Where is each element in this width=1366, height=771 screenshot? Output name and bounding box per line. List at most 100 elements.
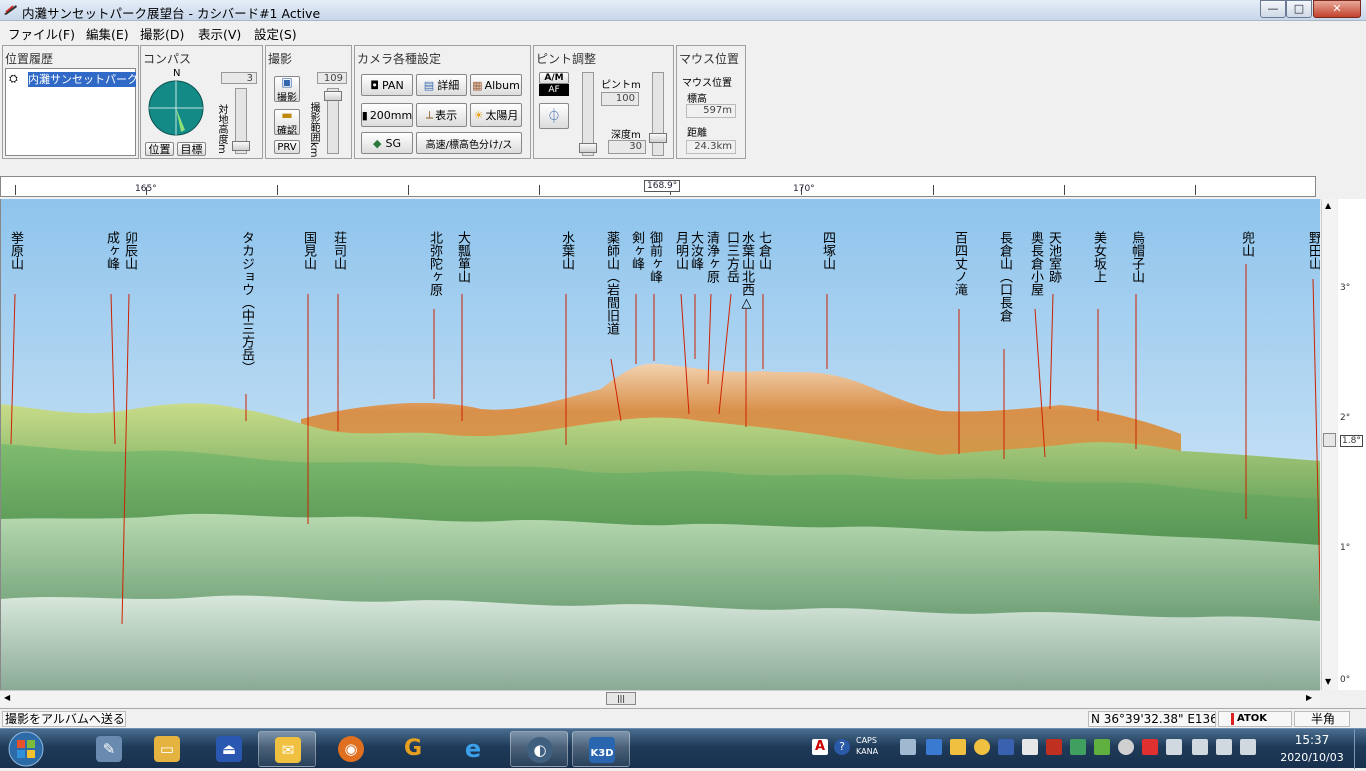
scroll-up-icon[interactable]: ▲ <box>1325 201 1331 210</box>
ime-mode[interactable]: 半角 <box>1294 711 1350 727</box>
update-icon[interactable] <box>1094 739 1110 755</box>
depth-slider[interactable] <box>649 72 667 156</box>
peak-label[interactable]: 天池室跡 <box>1046 231 1061 283</box>
security-icon[interactable] <box>998 739 1014 755</box>
peak-label[interactable]: 百四丈ノ滝 <box>952 231 967 296</box>
peak-label[interactable]: 大瓢箪山 <box>455 231 470 283</box>
prv-button[interactable]: PRV <box>274 140 300 154</box>
elev-label-0: 0° <box>1340 675 1351 685</box>
title-bar[interactable]: 内灘サンセットパーク展望台 - カシバード#1 Active — □ ✕ <box>0 0 1366 21</box>
peak-label[interactable]: 奥長倉小屋 <box>1028 231 1043 296</box>
detail-button[interactable]: ▤ 詳細 <box>416 74 467 96</box>
network-icon[interactable] <box>926 739 942 755</box>
lens-200mm-button[interactable]: ▮ 200mm <box>361 103 413 127</box>
peak-label[interactable]: 卯辰山 <box>122 231 137 270</box>
peak-label[interactable]: 美女坂上 <box>1091 231 1106 283</box>
volume-icon[interactable] <box>1192 739 1208 755</box>
peak-label[interactable]: 剣ヶ峰 <box>629 231 644 270</box>
focus-target-button[interactable]: ⏀ <box>539 103 569 129</box>
peak-label[interactable]: 長倉山（口長倉 <box>997 231 1012 322</box>
confirm-button[interactable]: ▬ 確認 <box>274 109 300 135</box>
mail-tray-icon[interactable] <box>950 739 966 755</box>
maximize-button[interactable]: □ <box>1286 0 1312 18</box>
vertical-scroll-thumb[interactable] <box>1323 433 1336 447</box>
pan-button[interactable]: ◘ PAN <box>361 74 413 96</box>
minimize-button[interactable]: — <box>1260 0 1286 18</box>
menu-file[interactable]: ファイル(F) <box>8 24 75 43</box>
peak-label[interactable]: 水葉山北西△ <box>739 231 754 311</box>
scroll-left-icon[interactable]: ◀ <box>4 693 10 702</box>
close-button[interactable]: ✕ <box>1313 0 1361 18</box>
peak-label[interactable]: 野田山 <box>1306 231 1320 270</box>
album-button[interactable]: ▦ Album <box>470 74 522 96</box>
menu-settings[interactable]: 設定(S) <box>254 24 297 43</box>
peak-label[interactable]: 月明山 <box>673 231 688 270</box>
monitor-icon[interactable] <box>1166 739 1182 755</box>
peak-label[interactable]: 挙原山 <box>8 231 23 270</box>
pdf-icon[interactable] <box>1046 739 1062 755</box>
peak-label[interactable]: 荘司山 <box>331 231 346 270</box>
peak-label[interactable]: 兜山 <box>1239 231 1254 257</box>
peak-label[interactable]: 御前ヶ峰 <box>647 231 662 283</box>
clock[interactable]: 15:37 2020/10/03 <box>1272 732 1352 766</box>
menu-view[interactable]: 表示(V) <box>198 24 241 43</box>
taskbar-kashmir3d[interactable]: K3D <box>572 731 630 767</box>
tool-icon[interactable] <box>900 739 916 755</box>
peak-label[interactable]: 水葉山 <box>559 231 574 270</box>
taskbar-media[interactable]: ◐ <box>510 731 568 767</box>
sync-icon[interactable] <box>1070 739 1086 755</box>
target-button[interactable]: 目標 <box>177 142 206 156</box>
vertical-scrollbar[interactable]: ▲ ▼ <box>1321 199 1337 690</box>
peak-label[interactable]: タカジョウ（中三方岳） <box>239 231 254 374</box>
height-slider[interactable] <box>232 88 250 154</box>
history-item[interactable]: 内灘サンセットパーク展 <box>28 72 136 87</box>
taskbar-app[interactable]: ⏏ <box>200 731 258 767</box>
sun-moon-button[interactable]: ☀ 太陽月 <box>470 103 522 127</box>
display-button[interactable]: ⟂ 表示 <box>416 103 467 127</box>
peak-label[interactable]: 大汝峰 <box>688 231 703 270</box>
panorama-view[interactable]: 挙原山 卯辰山 成ヶ峰 タカジョウ（中三方岳） 国見山 荘司山 北弥陀ヶ原 大瓢… <box>0 199 1320 690</box>
taskbar-folder[interactable]: ▭ <box>138 731 196 767</box>
am-toggle[interactable]: A/M <box>539 72 569 84</box>
device-icon[interactable] <box>1216 739 1232 755</box>
show-desktop-button[interactable] <box>1354 729 1366 769</box>
menu-edit[interactable]: 編集(E) <box>86 24 129 43</box>
display-tray-icon[interactable] <box>1240 739 1256 755</box>
scroll-down-icon[interactable]: ▼ <box>1325 677 1331 686</box>
peak-label[interactable]: 国見山 <box>301 231 316 270</box>
taskbar-ie[interactable]: e <box>444 731 502 767</box>
menu-shoot[interactable]: 撮影(D) <box>140 24 184 43</box>
azimuth-ruler[interactable]: 165° 168.9° 170° <box>0 176 1316 197</box>
range-slider[interactable] <box>324 88 342 154</box>
start-button[interactable] <box>4 729 48 769</box>
taskbar-firefox[interactable]: ◉ <box>322 731 380 767</box>
taskbar-explorer[interactable]: ✎ <box>80 731 138 767</box>
compass-dial[interactable] <box>148 80 204 136</box>
peak-label[interactable]: 烏帽子山 <box>1129 231 1144 283</box>
history-list[interactable]: ⛭ 内灘サンセットパーク展 <box>5 68 136 156</box>
peak-label[interactable]: 清浄ヶ原 <box>704 231 719 283</box>
flag-icon[interactable] <box>1142 739 1158 755</box>
calendar-icon[interactable] <box>1022 739 1038 755</box>
sg-button[interactable]: ◆ SG <box>361 132 413 154</box>
peak-label[interactable]: 口三方岳 <box>724 231 739 283</box>
peak-label[interactable]: 四塚山 <box>820 231 835 270</box>
horizontal-scroll-thumb[interactable]: ||| <box>606 692 636 705</box>
peak-label[interactable]: 七倉山 <box>756 231 771 270</box>
help-icon[interactable]: ? <box>834 739 850 755</box>
shoot-button[interactable]: ▣ 撮影 <box>274 76 300 102</box>
link-icon[interactable] <box>1118 739 1134 755</box>
position-button[interactable]: 位置 <box>145 142 174 156</box>
horizontal-scrollbar[interactable]: ◀ ||| ▶ <box>0 690 1320 706</box>
ime-indicator[interactable]: ATOK <box>1218 711 1292 727</box>
peak-label[interactable]: 薬師山（岩間旧道 <box>604 231 619 335</box>
taskbar-mail[interactable]: ✉ <box>258 731 316 767</box>
peak-label[interactable]: 北弥陀ヶ原 <box>427 231 442 296</box>
taskbar-google[interactable]: G <box>384 731 442 767</box>
fast-mode-button[interactable]: 高速/標高色分け/ス <box>416 132 522 154</box>
scroll-right-icon[interactable]: ▶ <box>1306 693 1312 702</box>
peak-label[interactable]: 成ヶ峰 <box>104 231 119 270</box>
pinto-slider[interactable] <box>579 72 597 156</box>
acrobat-icon[interactable]: A <box>812 739 828 755</box>
smile-icon[interactable] <box>974 739 990 755</box>
